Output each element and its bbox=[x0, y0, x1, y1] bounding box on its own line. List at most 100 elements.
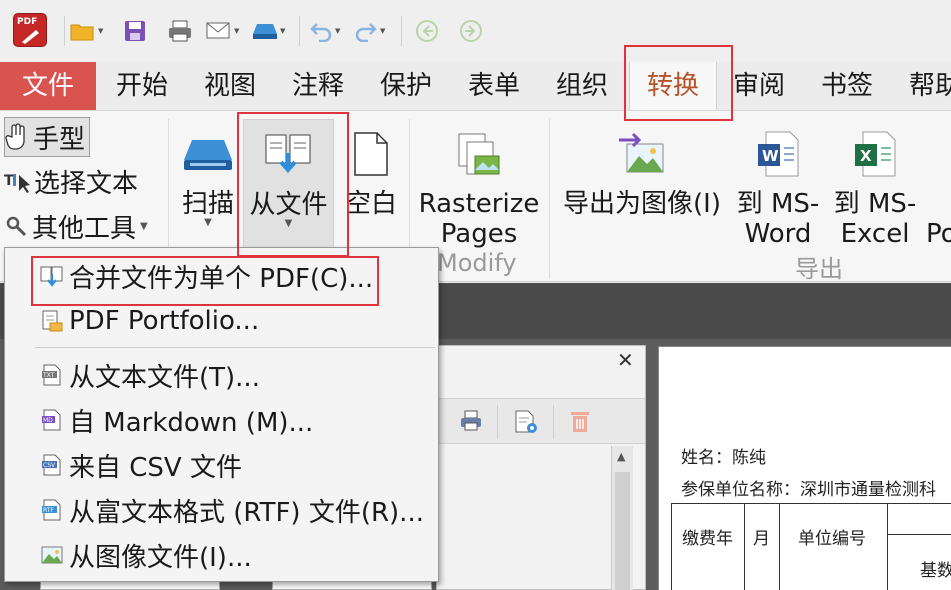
scan-label: 扫描 bbox=[181, 189, 234, 219]
menu-item-from-rtf[interactable]: RTF 从富文本格式 (RTF) 文件(R)... bbox=[5, 488, 438, 532]
tools-icon bbox=[4, 214, 28, 238]
app-logo-text: PDF bbox=[17, 17, 38, 27]
to-excel-button[interactable]: X 到 MS- Excel bbox=[828, 119, 922, 249]
menu-item-label: 从富文本格式 (RTF) 文件(R)... bbox=[69, 497, 424, 528]
table-header-base: 基数 bbox=[920, 561, 951, 581]
document-name-line: 姓名：陈纯 bbox=[681, 448, 766, 468]
scan-large-button[interactable]: 扫描 ▼ bbox=[176, 119, 240, 228]
blank-page-label: 空白 bbox=[344, 189, 397, 219]
menu-item-merge-files[interactable]: 合并文件为单个 PDF(C)... bbox=[5, 254, 438, 298]
vertical-scrollbar[interactable]: ▲ bbox=[611, 446, 633, 590]
csv-file-icon: CSV bbox=[37, 453, 67, 477]
toolbar-separator bbox=[497, 405, 498, 439]
table-header-year: 缴费年 bbox=[682, 529, 733, 549]
svg-text:RTF: RTF bbox=[43, 507, 54, 514]
export-image-icon bbox=[619, 132, 664, 173]
table-row-line bbox=[887, 534, 951, 535]
menu-separator bbox=[35, 347, 435, 348]
svg-text:T: T bbox=[4, 173, 14, 189]
tab-home[interactable]: 开始 bbox=[116, 62, 168, 110]
save-icon bbox=[125, 21, 145, 41]
tab-protect[interactable]: 保护 bbox=[380, 62, 432, 110]
tab-organize[interactable]: 组织 bbox=[556, 62, 608, 110]
from-file-button[interactable]: 从文件 ▼ bbox=[243, 119, 334, 255]
tab-view[interactable]: 视图 bbox=[204, 62, 256, 110]
table-column-line bbox=[887, 504, 888, 590]
hand-tool-button[interactable]: 手型 bbox=[4, 117, 91, 157]
blank-page-icon bbox=[354, 132, 388, 176]
modify-group-label: Modify bbox=[437, 249, 517, 277]
forward-button[interactable] bbox=[459, 17, 483, 45]
export-image-button[interactable]: 导出为图像(I) bbox=[556, 119, 728, 219]
document-employer-line: 参保单位名称：深圳市通量检测科 bbox=[681, 480, 936, 500]
document-page: 姓名：陈纯 参保单位名称：深圳市通量检测科 缴费年 月 单位编号 基数 bbox=[658, 346, 951, 590]
email-icon bbox=[206, 22, 230, 39]
menu-item-from-markdown[interactable]: MD 自 Markdown (M)... bbox=[5, 398, 438, 442]
select-text-label: 选择文本 bbox=[34, 168, 139, 199]
print-button[interactable] bbox=[167, 17, 193, 45]
menu-item-from-text-file[interactable]: TXT 从文本文件(T)... bbox=[5, 353, 438, 397]
to-word-label-line2: Word bbox=[744, 219, 812, 249]
scroll-up-icon[interactable]: ▲ bbox=[617, 450, 625, 463]
scrollbar-thumb[interactable] bbox=[615, 472, 630, 590]
to-word-button[interactable]: W 到 MS- Word bbox=[732, 119, 824, 249]
txt-file-icon: TXT bbox=[37, 363, 67, 387]
blank-page-button[interactable]: 空白 bbox=[340, 119, 402, 219]
menu-item-from-image[interactable]: 从图像文件(I)... bbox=[5, 533, 438, 577]
menu-item-from-csv[interactable]: CSV 来自 CSV 文件 bbox=[5, 443, 438, 487]
email-button[interactable]: ▼ bbox=[206, 17, 239, 45]
back-button[interactable] bbox=[415, 17, 439, 45]
from-file-dropdown-menu: 合并文件为单个 PDF(C)... PDF Portfolio... TXT 从… bbox=[4, 247, 439, 582]
undo-button[interactable]: ▼ bbox=[309, 17, 340, 45]
ribbon-tab-row: 文件 开始 视图 注释 保护 表单 组织 转换 审阅 书签 帮助 bbox=[0, 62, 951, 110]
rasterize-pages-button[interactable]: Rasterize Pages bbox=[416, 119, 542, 249]
redo-button[interactable]: ▼ bbox=[354, 17, 385, 45]
scan-icon bbox=[253, 24, 277, 39]
menu-item-label: 自 Markdown (M)... bbox=[69, 407, 314, 438]
tab-comment[interactable]: 注释 bbox=[292, 62, 344, 110]
word-icon: W bbox=[758, 131, 799, 177]
close-icon[interactable]: ✕ bbox=[617, 348, 634, 372]
menu-item-pdf-portfolio[interactable]: PDF Portfolio... bbox=[5, 299, 438, 343]
print-icon[interactable] bbox=[459, 409, 483, 437]
other-tools-button[interactable]: 其他工具 ▼ bbox=[4, 206, 148, 246]
table-header-unit-no: 单位编号 bbox=[798, 529, 866, 549]
rtf-file-icon: RTF bbox=[37, 498, 67, 522]
menu-item-label: 从文本文件(T)... bbox=[69, 362, 260, 393]
tab-form[interactable]: 表单 bbox=[468, 62, 520, 110]
tab-bookmark[interactable]: 书签 bbox=[821, 62, 873, 110]
forward-icon bbox=[460, 20, 482, 42]
rasterize-icon bbox=[458, 133, 500, 175]
app-logo[interactable]: PDF bbox=[13, 13, 47, 47]
menu-item-label: 来自 CSV 文件 bbox=[69, 452, 242, 483]
print-icon bbox=[169, 20, 191, 42]
to-powerpoint-button[interactable]: 到 Po bbox=[926, 119, 951, 249]
delete-icon[interactable] bbox=[569, 409, 591, 437]
save-button[interactable] bbox=[123, 17, 147, 45]
tab-help[interactable]: 帮助 bbox=[909, 62, 951, 110]
open-button[interactable]: ▼ bbox=[70, 17, 103, 45]
hand-icon bbox=[5, 123, 29, 151]
rasterize-label-line1: Rasterize bbox=[418, 189, 540, 219]
svg-text:X: X bbox=[860, 147, 872, 165]
chevron-down-icon: ▼ bbox=[280, 27, 286, 35]
tab-convert[interactable]: 转换 bbox=[629, 62, 717, 110]
table-column-line bbox=[779, 504, 780, 590]
rasterize-label-line2: Pages bbox=[440, 219, 518, 249]
to-ppt-label-line2: Po bbox=[926, 219, 951, 249]
tab-file[interactable]: 文件 bbox=[0, 62, 96, 110]
select-text-icon: T bbox=[4, 169, 30, 193]
export-image-label: 导出为图像(I) bbox=[563, 189, 721, 219]
quick-access-toolbar: PDF ▼ ▼ ▼ ▼ ▼ bbox=[0, 0, 951, 62]
chevron-down-icon: ▼ bbox=[234, 27, 240, 35]
tab-review[interactable]: 审阅 bbox=[733, 62, 785, 110]
redo-icon bbox=[355, 23, 377, 42]
to-excel-label-line1: 到 MS- bbox=[833, 189, 917, 219]
document-table: 缴费年 月 单位编号 基数 bbox=[671, 503, 951, 590]
scan-button[interactable]: ▼ bbox=[252, 17, 285, 45]
page-settings-icon[interactable] bbox=[513, 409, 539, 439]
chevron-down-icon: ▼ bbox=[98, 27, 104, 35]
select-text-button[interactable]: T 选择文本 bbox=[4, 161, 138, 201]
excel-icon: X bbox=[855, 131, 896, 177]
toolbar-separator bbox=[401, 16, 402, 46]
